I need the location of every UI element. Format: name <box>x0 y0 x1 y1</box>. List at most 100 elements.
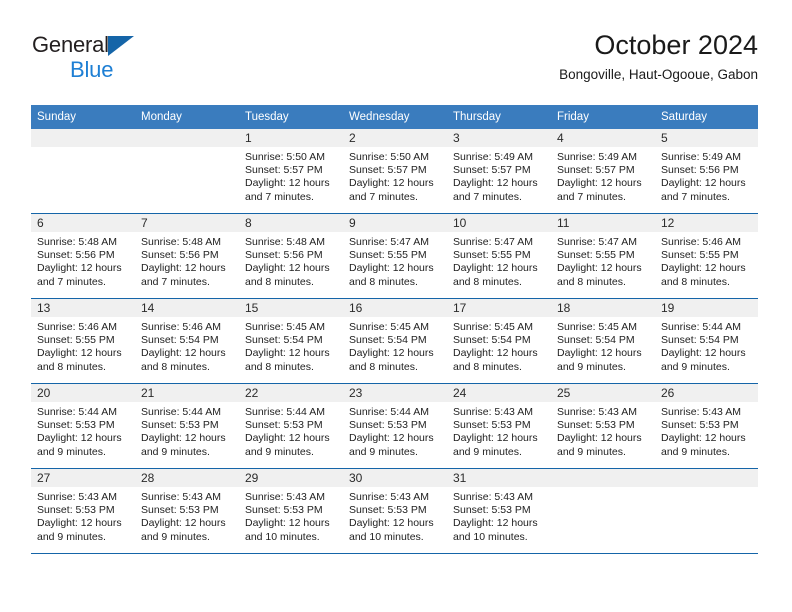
day-details: Sunrise: 5:43 AM Sunset: 5:53 PM Daylight:… <box>551 402 655 459</box>
day-cell: 25 Sunrise: 5:43 AM Sunset: 5:53 PM Dayligh… <box>551 384 655 468</box>
day-number: 8 <box>239 214 343 232</box>
calendar-cell[interactable]: 18 Sunrise: 5:45 AM Sunset: 5:54 PM Dayligh… <box>551 298 655 384</box>
day-details: Sunrise: 5:45 AM Sunset: 5:54 PM Daylight:… <box>239 317 343 374</box>
sunset-time: Sunset: 5:53 PM <box>557 419 635 432</box>
daylight-duration-line1: Daylight: 12 hours <box>661 347 746 360</box>
day-details: Sunrise: 5:47 AM Sunset: 5:55 PM Daylight:… <box>447 232 551 289</box>
day-cell: 30 Sunrise: 5:43 AM Sunset: 5:53 PM Dayligh… <box>343 469 447 553</box>
daylight-duration-line1: Daylight: 12 hours <box>37 347 122 360</box>
daylight-duration-line1: Daylight: 12 hours <box>557 177 642 190</box>
daylight-duration-line1: Daylight: 12 hours <box>349 347 434 360</box>
calendar-cell[interactable]: 1 Sunrise: 5:50 AM Sunset: 5:57 PM Daylight… <box>239 129 343 214</box>
daylight-duration-line1: Daylight: 12 hours <box>661 432 746 445</box>
calendar-cell[interactable]: 12 Sunrise: 5:46 AM Sunset: 5:55 PM Dayligh… <box>655 213 758 299</box>
calendar-cell[interactable]: 9 Sunrise: 5:47 AM Sunset: 5:55 PM Daylight… <box>343 213 447 299</box>
day-number: 4 <box>551 129 655 147</box>
daylight-duration-line2: and 8 minutes. <box>245 360 314 373</box>
calendar-cell[interactable]: 30 Sunrise: 5:43 AM Sunset: 5:53 PM Dayligh… <box>343 468 447 554</box>
calendar-week-row: 6 Sunrise: 5:48 AM Sunset: 5:56 PM Daylight… <box>31 213 758 299</box>
calendar-week-row: 13 Sunrise: 5:46 AM Sunset: 5:55 PM Dayligh… <box>31 298 758 384</box>
sunrise-time: Sunrise: 5:44 AM <box>141 406 221 418</box>
day-cell <box>655 469 758 553</box>
daylight-duration-line1: Daylight: 12 hours <box>37 262 122 275</box>
calendar-cell[interactable]: 5 Sunrise: 5:49 AM Sunset: 5:56 PM Daylight… <box>655 129 758 214</box>
calendar-cell[interactable]: 22 Sunrise: 5:44 AM Sunset: 5:53 PM Dayligh… <box>239 383 343 469</box>
calendar-cell[interactable]: 20 Sunrise: 5:44 AM Sunset: 5:53 PM Dayligh… <box>31 383 135 469</box>
day-details: Sunrise: 5:44 AM Sunset: 5:54 PM Daylight:… <box>655 317 758 374</box>
day-number <box>135 129 239 147</box>
day-cell: 2 Sunrise: 5:50 AM Sunset: 5:57 PM Daylight… <box>343 129 447 213</box>
calendar-cell[interactable]: 31 Sunrise: 5:43 AM Sunset: 5:53 PM Dayligh… <box>447 468 551 554</box>
sunrise-time: Sunrise: 5:47 AM <box>453 236 533 248</box>
weekday-header-tuesday: Tuesday <box>239 105 343 129</box>
day-details: Sunrise: 5:47 AM Sunset: 5:55 PM Daylight:… <box>343 232 447 289</box>
calendar-cell[interactable]: 8 Sunrise: 5:48 AM Sunset: 5:56 PM Daylight… <box>239 213 343 299</box>
daylight-duration-line1: Daylight: 12 hours <box>245 432 330 445</box>
day-number: 22 <box>239 384 343 402</box>
sunset-time: Sunset: 5:56 PM <box>37 249 115 262</box>
daylight-duration-line1: Daylight: 12 hours <box>661 177 746 190</box>
day-details: Sunrise: 5:44 AM Sunset: 5:53 PM Daylight:… <box>135 402 239 459</box>
sunrise-time: Sunrise: 5:46 AM <box>661 236 741 248</box>
day-cell: 3 Sunrise: 5:49 AM Sunset: 5:57 PM Daylight… <box>447 129 551 213</box>
sunrise-time: Sunrise: 5:49 AM <box>453 151 533 163</box>
daylight-duration-line1: Daylight: 12 hours <box>349 177 434 190</box>
day-cell: 17 Sunrise: 5:45 AM Sunset: 5:54 PM Dayligh… <box>447 299 551 383</box>
daylight-duration-line2: and 7 minutes. <box>245 190 314 203</box>
calendar-cell[interactable]: 23 Sunrise: 5:44 AM Sunset: 5:53 PM Dayligh… <box>343 383 447 469</box>
calendar-cell[interactable]: 15 Sunrise: 5:45 AM Sunset: 5:54 PM Dayligh… <box>239 298 343 384</box>
title-block: October 2024 Bongoville, Haut-Ogooue, Ga… <box>559 28 758 86</box>
day-cell: 18 Sunrise: 5:45 AM Sunset: 5:54 PM Dayligh… <box>551 299 655 383</box>
calendar-cell[interactable]: 24 Sunrise: 5:43 AM Sunset: 5:53 PM Dayligh… <box>447 383 551 469</box>
calendar-cell[interactable]: 16 Sunrise: 5:45 AM Sunset: 5:54 PM Dayligh… <box>343 298 447 384</box>
logo-triangle-icon <box>108 36 134 56</box>
calendar-cell[interactable]: 10 Sunrise: 5:47 AM Sunset: 5:55 PM Dayligh… <box>447 213 551 299</box>
day-number: 13 <box>31 299 135 317</box>
day-details: Sunrise: 5:43 AM Sunset: 5:53 PM Daylight:… <box>447 487 551 544</box>
day-cell: 27 Sunrise: 5:43 AM Sunset: 5:53 PM Dayligh… <box>31 469 135 553</box>
day-number: 9 <box>343 214 447 232</box>
calendar-cell[interactable]: 25 Sunrise: 5:43 AM Sunset: 5:53 PM Dayligh… <box>551 383 655 469</box>
daylight-duration-line2: and 9 minutes. <box>453 445 522 458</box>
sunrise-time: Sunrise: 5:49 AM <box>557 151 637 163</box>
calendar-cell[interactable]: 6 Sunrise: 5:48 AM Sunset: 5:56 PM Daylight… <box>31 213 135 299</box>
sunrise-time: Sunrise: 5:48 AM <box>141 236 221 248</box>
calendar-page: General Blue October 2024 Bongoville, Ha… <box>0 0 792 612</box>
calendar-cell[interactable]: 3 Sunrise: 5:49 AM Sunset: 5:57 PM Daylight… <box>447 129 551 214</box>
sunset-time: Sunset: 5:55 PM <box>557 249 635 262</box>
day-details: Sunrise: 5:45 AM Sunset: 5:54 PM Daylight:… <box>447 317 551 374</box>
sunset-time: Sunset: 5:53 PM <box>661 419 739 432</box>
calendar-cell[interactable]: 4 Sunrise: 5:49 AM Sunset: 5:57 PM Daylight… <box>551 129 655 214</box>
calendar-cell[interactable]: 13 Sunrise: 5:46 AM Sunset: 5:55 PM Dayligh… <box>31 298 135 384</box>
logo-text-general: General <box>32 34 232 58</box>
sunset-time: Sunset: 5:53 PM <box>245 504 323 517</box>
day-details: Sunrise: 5:50 AM Sunset: 5:57 PM Daylight:… <box>343 147 447 204</box>
day-details: Sunrise: 5:43 AM Sunset: 5:53 PM Daylight:… <box>343 487 447 544</box>
calendar-cell[interactable]: 2 Sunrise: 5:50 AM Sunset: 5:57 PM Daylight… <box>343 129 447 214</box>
daylight-duration-line1: Daylight: 12 hours <box>245 177 330 190</box>
day-cell: 7 Sunrise: 5:48 AM Sunset: 5:56 PM Daylight… <box>135 214 239 298</box>
calendar-cell[interactable]: 26 Sunrise: 5:43 AM Sunset: 5:53 PM Dayligh… <box>655 383 758 469</box>
calendar-cell[interactable]: 14 Sunrise: 5:46 AM Sunset: 5:54 PM Dayligh… <box>135 298 239 384</box>
day-details: Sunrise: 5:48 AM Sunset: 5:56 PM Daylight:… <box>135 232 239 289</box>
calendar-cell[interactable]: 27 Sunrise: 5:43 AM Sunset: 5:53 PM Dayligh… <box>31 468 135 554</box>
calendar-cell[interactable]: 11 Sunrise: 5:47 AM Sunset: 5:55 PM Dayligh… <box>551 213 655 299</box>
day-details: Sunrise: 5:44 AM Sunset: 5:53 PM Daylight:… <box>239 402 343 459</box>
calendar-week-row: 20 Sunrise: 5:44 AM Sunset: 5:53 PM Dayligh… <box>31 383 758 469</box>
day-number: 20 <box>31 384 135 402</box>
calendar-cell[interactable]: 28 Sunrise: 5:43 AM Sunset: 5:53 PM Dayligh… <box>135 468 239 554</box>
day-details: Sunrise: 5:46 AM Sunset: 5:54 PM Daylight:… <box>135 317 239 374</box>
calendar-cell[interactable]: 7 Sunrise: 5:48 AM Sunset: 5:56 PM Daylight… <box>135 213 239 299</box>
day-number: 16 <box>343 299 447 317</box>
calendar-cell[interactable]: 21 Sunrise: 5:44 AM Sunset: 5:53 PM Dayligh… <box>135 383 239 469</box>
day-cell: 21 Sunrise: 5:44 AM Sunset: 5:53 PM Dayligh… <box>135 384 239 468</box>
daylight-duration-line2: and 9 minutes. <box>349 445 418 458</box>
calendar-cell[interactable]: 29 Sunrise: 5:43 AM Sunset: 5:53 PM Dayligh… <box>239 468 343 554</box>
calendar-cell[interactable]: 17 Sunrise: 5:45 AM Sunset: 5:54 PM Dayligh… <box>447 298 551 384</box>
day-number: 12 <box>655 214 758 232</box>
day-number: 31 <box>447 469 551 487</box>
calendar-cell[interactable]: 19 Sunrise: 5:44 AM Sunset: 5:54 PM Dayligh… <box>655 298 758 384</box>
page-title: October 2024 <box>594 30 758 60</box>
calendar-header-row: Sunday Monday Tuesday Wednesday Thursday… <box>31 105 758 129</box>
sunset-time: Sunset: 5:53 PM <box>37 504 115 517</box>
